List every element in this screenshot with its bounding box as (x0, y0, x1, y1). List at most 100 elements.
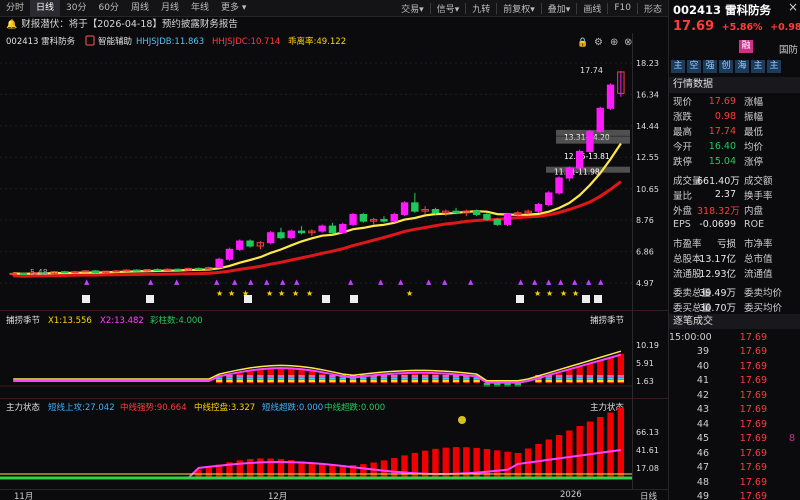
tab-intraday[interactable]: 分时 (0, 0, 30, 17)
earnings-notice[interactable]: 🔔 财报潜伏：将于【2026-04-18】预约披露财务报告 (0, 17, 668, 33)
menu-overlay[interactable]: 叠加▾ (542, 2, 577, 15)
tab-monthly[interactable]: 月线 (155, 0, 185, 17)
sub1-color-stripe (597, 377, 604, 380)
sub1-color-stripe (360, 380, 367, 383)
tag-5[interactable]: 主 (751, 60, 765, 73)
change-amount: +0.98 (770, 22, 800, 33)
candle-body (380, 218, 388, 222)
tag-strip: 主 空 强 创 海 主 主 (671, 60, 781, 73)
sub1-color-stripe (391, 377, 398, 380)
close-icon[interactable]: × (788, 0, 798, 14)
indicator-name-label[interactable]: 智能辅助 (98, 36, 132, 47)
tag-3[interactable]: 创 (719, 60, 733, 73)
notice-text: 财报潜伏：将于【2026-04-18】预约披露财务报告 (21, 19, 238, 30)
candle-body (493, 218, 501, 225)
tab-more-label: 更多 (220, 2, 239, 13)
tab-30min[interactable]: 30分 (60, 0, 92, 17)
sub1-color-stripe (442, 377, 449, 380)
quote-label: 现价 (673, 97, 693, 109)
candle-body (277, 232, 285, 239)
candle-body (359, 213, 368, 222)
quote-value: 661.40万 (697, 175, 740, 187)
date-label-2026: 2026 (560, 490, 582, 500)
kline-chart-svg[interactable]: 002413 雷科防务 智能辅助 HHJSJDB:11.863 HHJSJDC:… (0, 33, 668, 489)
candle-body (586, 131, 594, 152)
sub1-color-stripe (380, 380, 388, 383)
chart-area[interactable]: 002413 雷科防务 智能辅助 HHJSJDB:11.863 HHJSJDC:… (0, 33, 668, 489)
quote-label: 流通股 (673, 269, 702, 281)
settings-icon[interactable]: ⚙ (594, 37, 603, 48)
tick-time: 48 (696, 476, 709, 488)
sub2-bar (401, 455, 408, 478)
tag-6[interactable]: 主 (767, 60, 781, 73)
tick-price: 17.69 (739, 462, 767, 474)
quote-row: 市盈率 亏损 市净率 (669, 236, 800, 251)
menu-pattern[interactable]: 形态 (638, 2, 668, 15)
sub1-color-stripe (597, 375, 604, 378)
candle-body (81, 270, 89, 273)
menu-trade[interactable]: 交易▾ (395, 2, 430, 15)
sub1-color-stripe (257, 375, 264, 378)
sub1-color-stripe (236, 375, 243, 378)
menu-f10[interactable]: F10 (608, 3, 637, 13)
support-zone-label: 12.55-13.81 (564, 152, 610, 161)
sub1-color-stripe (576, 377, 583, 380)
sub1-color-stripe (277, 380, 285, 383)
sub1-color-stripe (442, 380, 449, 383)
menu-nine-turn[interactable]: 九转 (466, 2, 496, 15)
tick-row: 43 17.69 (669, 403, 800, 418)
add-icon[interactable]: ⊕ (610, 37, 618, 48)
lock-icon[interactable]: 🔒 (577, 37, 588, 48)
candle-body (194, 267, 203, 270)
tag-4[interactable]: 海 (735, 60, 749, 73)
candle-body (225, 248, 234, 260)
sub1-name[interactable]: 捕捞季节 (6, 315, 41, 326)
tick-row: 41 17.69 (669, 374, 800, 389)
tab-more[interactable]: 更多 ▾ (215, 0, 252, 17)
quote-row: 量比 2.37 换手率 (669, 187, 800, 202)
menu-adjust[interactable]: 前复权▾ (497, 2, 541, 15)
sub1-color-stripe (535, 380, 542, 383)
sub2-name[interactable]: 主力状态 (6, 402, 41, 413)
tab-60min[interactable]: 60分 (92, 0, 124, 17)
star-icon: ★ (534, 289, 541, 298)
candle-body (71, 271, 79, 274)
sub1-color-stripe (586, 377, 594, 380)
close-icon[interactable]: ⊗ (624, 37, 632, 48)
sub1-color-stripe (380, 377, 388, 380)
sub1-color-stripe (566, 380, 573, 383)
tab-daily[interactable]: 日线 (30, 0, 61, 17)
menu-draw[interactable]: 画线 (577, 2, 607, 15)
tick-price: 17.69 (739, 331, 767, 343)
sub2-axis-mid: 41.61 (636, 446, 659, 455)
tick-list: 15:00:00 17.69 39 17.69 40 17.69 41 17.69 42 17.6… (669, 330, 800, 500)
tag-2[interactable]: 强 (703, 60, 717, 73)
sub1-color-stripe (215, 380, 223, 383)
sub1-color-stripe (298, 375, 305, 378)
low-price-label: 5.48 (30, 268, 48, 277)
tick-row: 42 17.69 (669, 388, 800, 403)
tab-yearly[interactable]: 年线 (185, 0, 215, 17)
sector-label[interactable]: 国防 (779, 42, 798, 56)
sub1-color-stripe (318, 380, 326, 383)
arrow-up-icon: ▲ (398, 278, 404, 286)
sub1-color-stripe (277, 375, 285, 378)
readout-deviation: 乖离率:49.122 (288, 36, 346, 47)
quote-row: 委买总量 30.70万 委买均价 (669, 300, 800, 315)
sub1-color-stripe (401, 380, 408, 383)
sub1-color-stripe (308, 375, 316, 378)
candle-body (174, 268, 182, 271)
sub2-bar (298, 461, 305, 478)
candle-body (236, 240, 244, 250)
support-zone-label: 11.41-11.98 (554, 168, 600, 177)
quote-value: 17.74 (708, 125, 736, 137)
quote-label: 最高 (673, 127, 693, 139)
menu-signal[interactable]: 信号▾ (431, 2, 466, 15)
sub1-color-stripe (288, 377, 295, 380)
quote-row: 涨跌 0.98 振幅 (669, 109, 800, 124)
tag-0[interactable]: 主 (671, 60, 685, 73)
tag-1[interactable]: 空 (687, 60, 701, 73)
tab-weekly[interactable]: 周线 (125, 0, 155, 17)
sub1-color-stripe (607, 377, 614, 380)
arrow-up-icon: ▲ (468, 278, 474, 286)
